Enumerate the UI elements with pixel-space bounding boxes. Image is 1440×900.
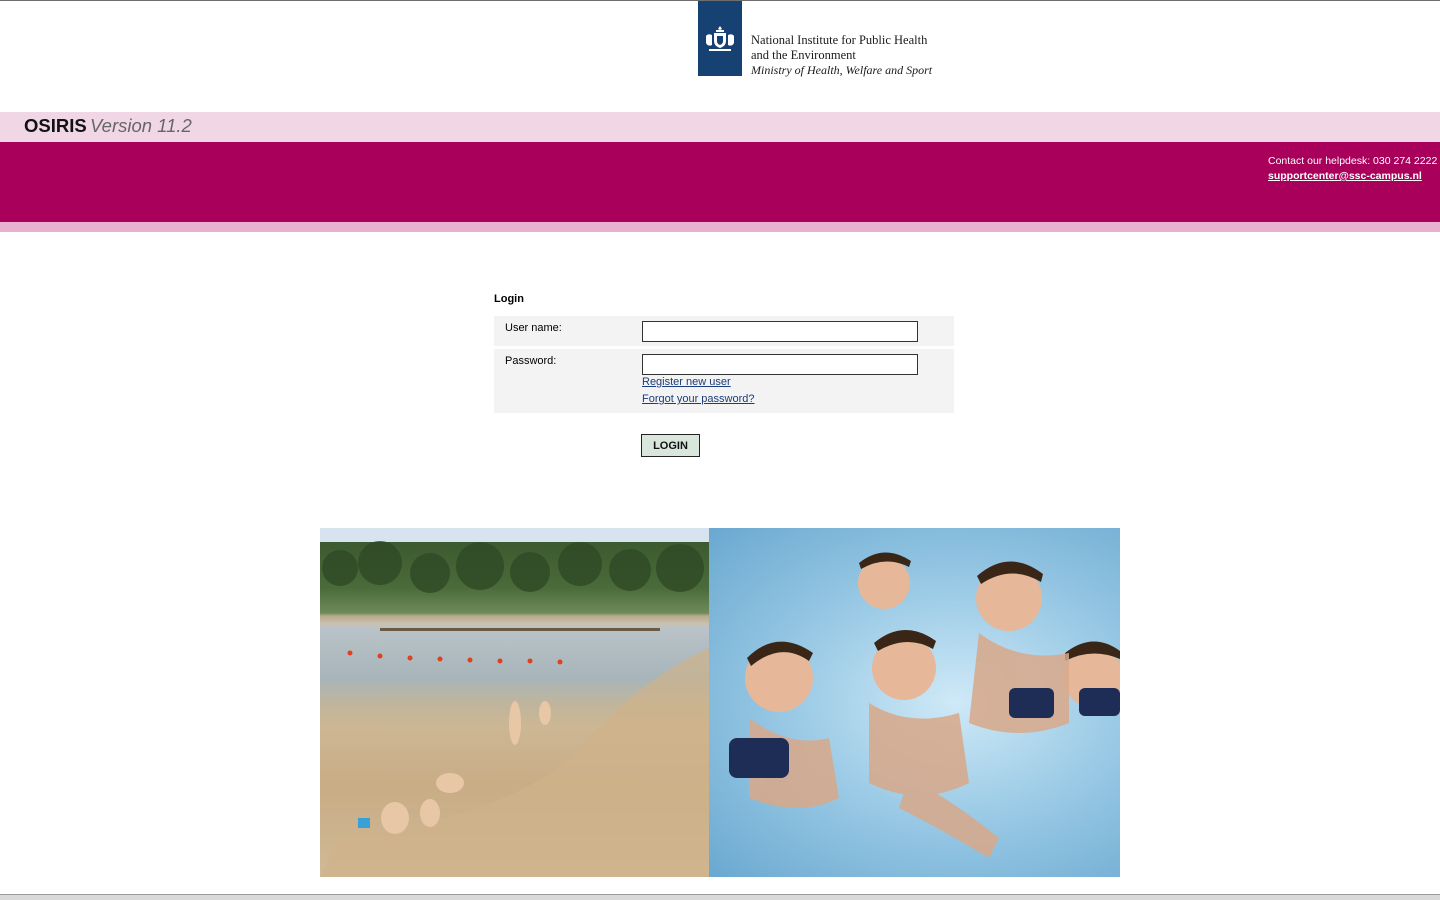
app-name: OSIRIS	[24, 115, 87, 136]
bottom-scrollbar[interactable]	[0, 894, 1440, 900]
helpdesk-email-link[interactable]: supportcenter@ssc-campus.nl	[1268, 170, 1422, 182]
beach-photo	[320, 528, 709, 877]
username-label: User name:	[505, 322, 562, 334]
logo-line-institute: National Institute for Public Health	[751, 33, 928, 47]
logo-line-environment: and the Environment	[751, 48, 856, 62]
header-banner: Contact our helpdesk: 030 274 2222 suppo…	[0, 142, 1440, 222]
header-photos	[320, 528, 1120, 877]
username-row: User name:	[494, 316, 954, 346]
register-new-user-link[interactable]: Register new user	[642, 376, 731, 388]
pool-photo	[709, 528, 1120, 877]
username-input[interactable]	[642, 321, 918, 342]
login-page: National Institute for Public Health and…	[0, 0, 1440, 900]
forgot-password-link[interactable]: Forgot your password?	[642, 393, 755, 405]
logo-text: National Institute for Public Health and…	[751, 33, 932, 78]
helpdesk-phone-text: Contact our helpdesk: 030 274 2222	[1268, 155, 1438, 167]
logo-line-ministry: Ministry of Health, Welfare and Sport	[751, 63, 933, 77]
password-input[interactable]	[642, 354, 918, 375]
app-version: Version 11.2	[90, 115, 192, 136]
login-button[interactable]: LOGIN	[641, 434, 700, 457]
login-title: Login	[494, 293, 524, 305]
password-label: Password:	[505, 355, 557, 367]
crest-icon	[698, 1, 742, 76]
rivm-logo: National Institute for Public Health and…	[698, 1, 932, 78]
password-row: Password: Register new user Forgot your …	[494, 349, 954, 413]
helpdesk-info: Contact our helpdesk: 030 274 2222 suppo…	[1268, 154, 1437, 184]
app-titlebar: OSIRIS Version 11.2	[0, 112, 1440, 142]
banner-stripe	[0, 222, 1440, 232]
